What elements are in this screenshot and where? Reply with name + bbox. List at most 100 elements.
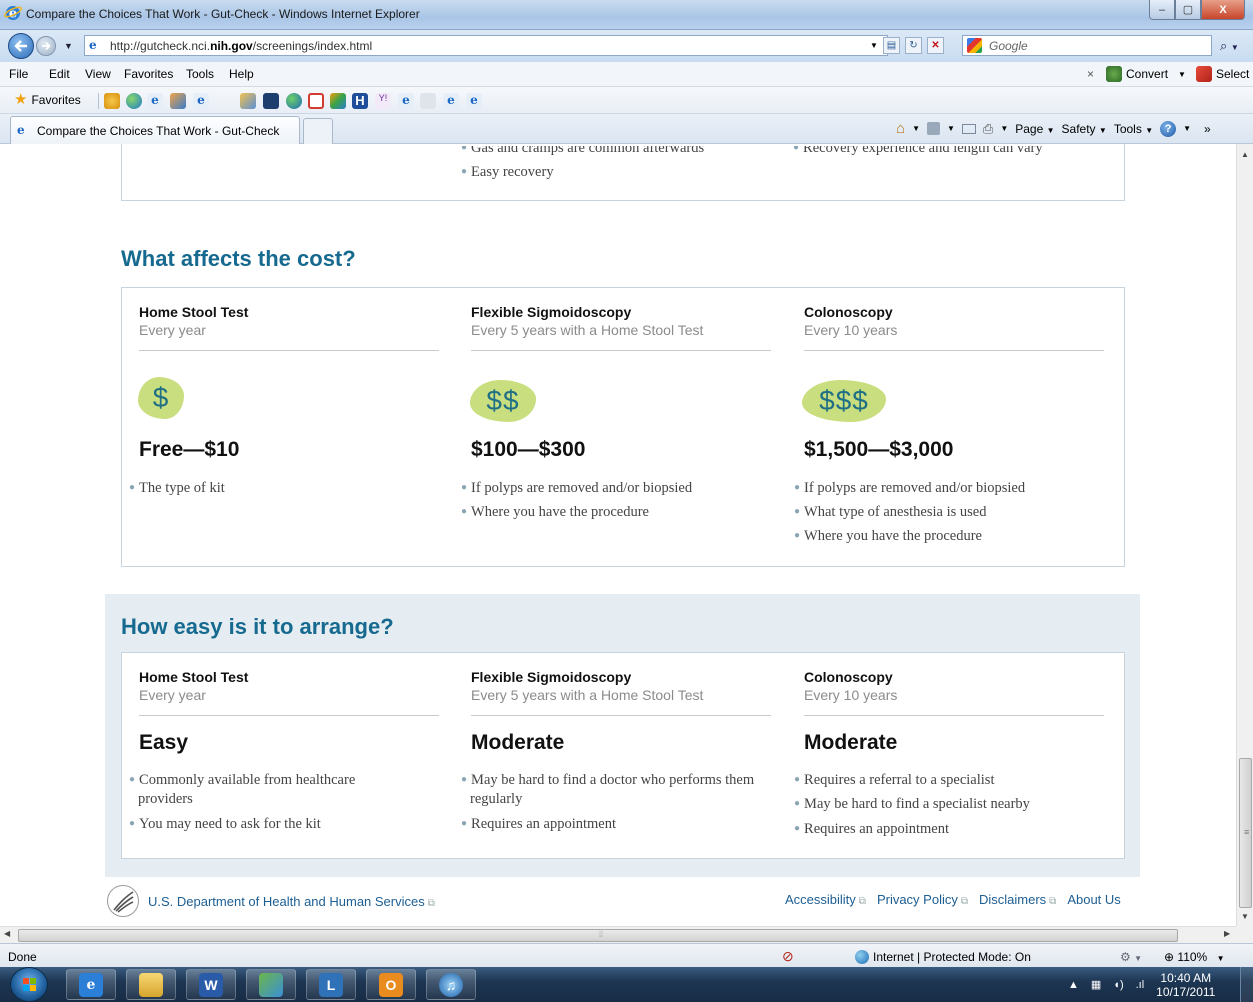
feeds-icon[interactable] (926, 122, 940, 135)
new-tab-button[interactable] (303, 118, 333, 144)
convert-icon (1106, 66, 1123, 82)
window-title-bar[interactable]: e Compare the Choices That Work - Gut-Ch… (0, 0, 1253, 30)
back-button[interactable] (8, 33, 34, 59)
vertical-scroll-thumb[interactable]: ≡ (1239, 758, 1252, 908)
horizontal-scrollbar[interactable]: ◀ ⦙⦙ ▶ (0, 926, 1236, 943)
help-icon[interactable]: ? (1160, 120, 1177, 137)
protected-mode-icon[interactable]: ⚙ ▼ (1120, 950, 1142, 964)
bird-favorite-icon[interactable] (240, 93, 256, 109)
menu-file[interactable]: File (9, 67, 28, 81)
test-frequency: Every year (139, 322, 206, 338)
taskbar-outlook-button[interactable]: O (366, 969, 416, 1000)
aol-favorite-icon[interactable] (420, 93, 436, 109)
menu-view[interactable]: View (85, 67, 111, 81)
horizontal-scroll-thumb[interactable]: ⦙⦙ (18, 929, 1178, 942)
address-bar[interactable]: e http://gutcheck.nci.nih.gov/screenings… (84, 35, 888, 56)
h-favorite-icon[interactable]: H (352, 93, 368, 109)
help-dropdown-icon[interactable]: ▼ (1183, 124, 1191, 133)
stop-icon[interactable]: ✕ (926, 37, 944, 54)
start-button[interactable] (10, 967, 48, 1002)
close-window-button[interactable]: X (1201, 0, 1245, 20)
taskbar-explorer-button[interactable] (126, 969, 176, 1000)
search-icon[interactable]: ⌕ ▼ (1220, 38, 1239, 54)
status-bar: Done ⊘ Internet | Protected Mode: On ⚙ ▼… (0, 943, 1253, 967)
window-title: Compare the Choices That Work - Gut-Chec… (26, 7, 420, 21)
toolbar-close-button[interactable]: × (1087, 67, 1094, 81)
print-dropdown-icon[interactable]: ▼ (1000, 124, 1008, 133)
privacy-report-icon[interactable]: ⊘ (782, 948, 794, 965)
menu-edit[interactable]: Edit (49, 67, 70, 81)
ease-rating: Moderate (471, 731, 565, 754)
msn-favorite-icon[interactable] (330, 93, 346, 109)
tab-gut-check[interactable]: e Compare the Choices That Work - Gut-Ch… (10, 116, 300, 144)
column-header: Flexible Sigmoidoscopy Every 5 years wit… (471, 669, 703, 703)
volume-icon[interactable]: ◖) (1113, 979, 1123, 991)
disclaimers-link[interactable]: Disclaimers ⧉ (979, 892, 1056, 907)
x-favorite-icon[interactable] (263, 93, 279, 109)
page-viewport: ● Gas and cramps are common afterwards ● R… (0, 144, 1236, 926)
globe-favorite-icon[interactable] (286, 93, 302, 109)
scroll-up-icon[interactable]: ▲ (1241, 150, 1249, 159)
network-icon[interactable]: ▦ (1091, 978, 1101, 991)
scroll-right-icon[interactable]: ▶ (1224, 929, 1230, 938)
page-menu[interactable]: Page ▼ (1015, 122, 1054, 136)
page-icon: e (89, 38, 97, 52)
taskbar-ie-button[interactable]: e (66, 969, 116, 1000)
security-zone[interactable]: Internet | Protected Mode: On (855, 950, 1031, 964)
tab-bar: e Compare the Choices That Work - Gut-Ch… (0, 114, 1253, 144)
show-desktop-button[interactable] (1240, 967, 1253, 1002)
menu-favorites[interactable]: Favorites (124, 67, 173, 81)
select-icon (1195, 66, 1212, 82)
signal-icon[interactable]: .ıl (1136, 979, 1145, 991)
refresh-icon[interactable]: ↻ (904, 37, 922, 54)
convert-button[interactable]: Convert (1126, 67, 1168, 81)
ie-favorite-icon[interactable]: e (193, 93, 209, 109)
accessibility-link[interactable]: Accessibility ⧉ (785, 892, 866, 907)
vertical-scrollbar[interactable]: ▲ ≡ ▼ (1236, 144, 1253, 926)
suggested-sites-icon[interactable] (126, 93, 142, 109)
forward-button[interactable] (36, 36, 56, 56)
menu-tools[interactable]: Tools (186, 67, 214, 81)
maximize-button[interactable]: ▢ (1175, 0, 1201, 20)
taskbar-lync-button[interactable]: L (306, 969, 356, 1000)
scroll-left-icon[interactable]: ◀ (4, 929, 10, 938)
home-icon[interactable]: ⌂ (896, 120, 905, 137)
taskbar-clock[interactable]: 10:40 AM 10/17/2011 (1156, 971, 1215, 999)
add-favorite-icon[interactable] (104, 93, 120, 109)
url-text[interactable]: http://gutcheck.nci.nih.gov/screenings/i… (110, 39, 372, 53)
convert-dropdown-icon[interactable]: ▼ (1178, 70, 1186, 79)
home-dropdown-icon[interactable]: ▼ (912, 124, 920, 133)
scroll-down-icon[interactable]: ▼ (1241, 912, 1249, 921)
compatibility-view-icon[interactable]: ▤ (882, 37, 900, 54)
menu-help[interactable]: Help (229, 67, 254, 81)
mail-icon[interactable] (961, 123, 976, 134)
test-frequency: Every 10 years (804, 322, 898, 338)
price-range: $100—$300 (471, 438, 586, 461)
favorites-button[interactable]: ★ Favorites (14, 92, 81, 107)
tools-menu[interactable]: Tools ▼ (1114, 122, 1153, 136)
tray-expand-icon[interactable]: ▲ (1068, 979, 1079, 991)
safety-menu[interactable]: Safety ▼ (1062, 122, 1107, 136)
taskbar-itunes-button[interactable]: ♫ (426, 969, 476, 1000)
search-box[interactable]: Google (962, 35, 1212, 56)
chat-favorite-icon[interactable] (308, 93, 324, 109)
address-dropdown-icon[interactable]: ▼ (870, 41, 878, 50)
taskbar-messenger-button[interactable] (246, 969, 296, 1000)
about-us-link[interactable]: About Us (1067, 892, 1120, 907)
zoom-control[interactable]: ⊕ 110% ▼ (1164, 950, 1224, 964)
ie-favorite-icon[interactable]: e (443, 93, 459, 109)
hhs-link[interactable]: U.S. Department of Health and Human Serv… (148, 894, 435, 909)
minimize-button[interactable]: – (1149, 0, 1175, 20)
recent-pages-dropdown-icon[interactable]: ▼ (64, 41, 73, 51)
ie-favorite-icon[interactable]: e (147, 93, 163, 109)
yahoo-favorite-icon[interactable]: Y! (375, 93, 391, 109)
web-slice-icon[interactable] (170, 93, 186, 109)
select-button[interactable]: Select (1216, 67, 1249, 81)
ie-favorite-icon[interactable]: e (466, 93, 482, 109)
more-commands-button[interactable]: » (1204, 122, 1211, 136)
privacy-policy-link[interactable]: Privacy Policy ⧉ (877, 892, 968, 907)
print-icon[interactable]: ⎙ (983, 121, 993, 137)
feeds-dropdown-icon[interactable]: ▼ (947, 124, 955, 133)
ie-favorite-icon[interactable]: e (398, 93, 414, 109)
taskbar-word-button[interactable]: W (186, 969, 236, 1000)
